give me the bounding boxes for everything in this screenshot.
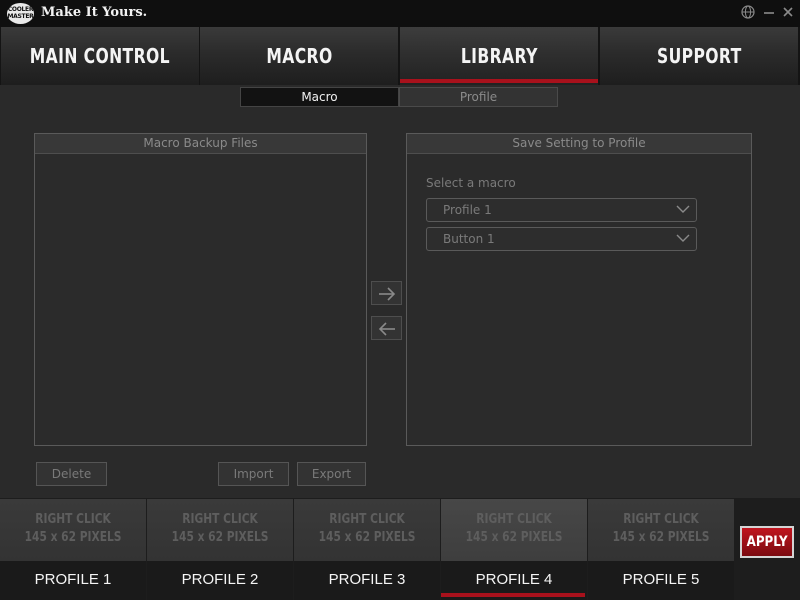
tab-macro[interactable]: MACRO (200, 27, 398, 85)
macro-backup-title: Macro Backup Files (35, 134, 366, 154)
profile-hint-line2: 145 x 62 PIXELS (171, 530, 269, 545)
profile-image-area: RIGHT CLICK 145 x 62 PIXELS (0, 499, 146, 561)
profile-dropdown[interactable]: Profile 1 (426, 198, 697, 222)
select-macro-label: Select a macro (426, 176, 516, 190)
profile-name: PROFILE 3 (328, 571, 406, 588)
profile-name: PROFILE 1 (34, 571, 112, 588)
transfer-right-button[interactable] (371, 281, 402, 305)
save-setting-title: Save Setting to Profile (407, 134, 751, 154)
subtab-macro[interactable]: Macro (240, 87, 399, 107)
subtab-profile[interactable]: Profile (399, 87, 558, 107)
profile-hint-line2: 145 x 62 PIXELS (24, 530, 122, 545)
button-dropdown-value: Button 1 (443, 232, 495, 246)
export-button[interactable]: Export (297, 462, 366, 486)
import-button[interactable]: Import (218, 462, 289, 486)
profile-hint-line1: RIGHT CLICK (35, 512, 111, 527)
button-dropdown[interactable]: Button 1 (426, 227, 697, 251)
profile-hint-line2: 145 x 62 PIXELS (465, 530, 563, 545)
minimize-icon[interactable] (761, 5, 777, 21)
macro-backup-panel: Macro Backup Files (34, 133, 367, 446)
profile-slot-1[interactable]: RIGHT CLICK 145 x 62 PIXELS PROFILE 1 (0, 499, 146, 600)
profile-hint-line2: 145 x 62 PIXELS (612, 530, 710, 545)
profile-name: PROFILE 2 (181, 571, 259, 588)
profile-slot-2[interactable]: RIGHT CLICK 145 x 62 PIXELS PROFILE 2 (147, 499, 293, 600)
profile-image-area: RIGHT CLICK 145 x 62 PIXELS (588, 499, 734, 561)
profile-dropdown-value: Profile 1 (443, 203, 492, 217)
profile-slot-4[interactable]: RIGHT CLICK 145 x 62 PIXELS PROFILE 4 (441, 499, 587, 600)
macro-backup-list[interactable] (35, 154, 366, 446)
arrow-right-icon (379, 287, 396, 301)
cooler-master-logo: COOLER MASTER (7, 3, 34, 24)
chevron-down-icon (676, 234, 690, 242)
tab-support[interactable]: SUPPORT (600, 27, 798, 85)
chevron-down-icon (676, 205, 690, 213)
active-tab-indicator (400, 79, 598, 83)
active-profile-indicator (441, 593, 585, 597)
profile-hint-line1: RIGHT CLICK (329, 512, 405, 527)
globe-icon[interactable] (740, 5, 756, 21)
profile-hint-line1: RIGHT CLICK (182, 512, 258, 527)
profile-image-area: RIGHT CLICK 145 x 62 PIXELS (441, 499, 587, 561)
app-tagline: Make It Yours. (41, 5, 148, 20)
profile-image-area: RIGHT CLICK 145 x 62 PIXELS (294, 499, 440, 561)
profile-name: PROFILE 5 (622, 571, 700, 588)
close-icon[interactable] (780, 5, 796, 21)
profile-slot-3[interactable]: RIGHT CLICK 145 x 62 PIXELS PROFILE 3 (294, 499, 440, 600)
arrow-left-icon (378, 322, 395, 336)
profile-hint-line1: RIGHT CLICK (476, 512, 552, 527)
tab-main-control[interactable]: MAIN CONTROL (1, 27, 199, 85)
apply-button[interactable]: APPLY (740, 526, 794, 558)
transfer-left-button[interactable] (371, 316, 402, 340)
delete-button[interactable]: Delete (36, 462, 107, 486)
profile-hint-line2: 145 x 62 PIXELS (318, 530, 416, 545)
profile-hint-line1: RIGHT CLICK (623, 512, 699, 527)
profile-image-area: RIGHT CLICK 145 x 62 PIXELS (147, 499, 293, 561)
profile-slot-5[interactable]: RIGHT CLICK 145 x 62 PIXELS PROFILE 5 (588, 499, 734, 600)
tab-library[interactable]: LIBRARY (400, 27, 598, 85)
